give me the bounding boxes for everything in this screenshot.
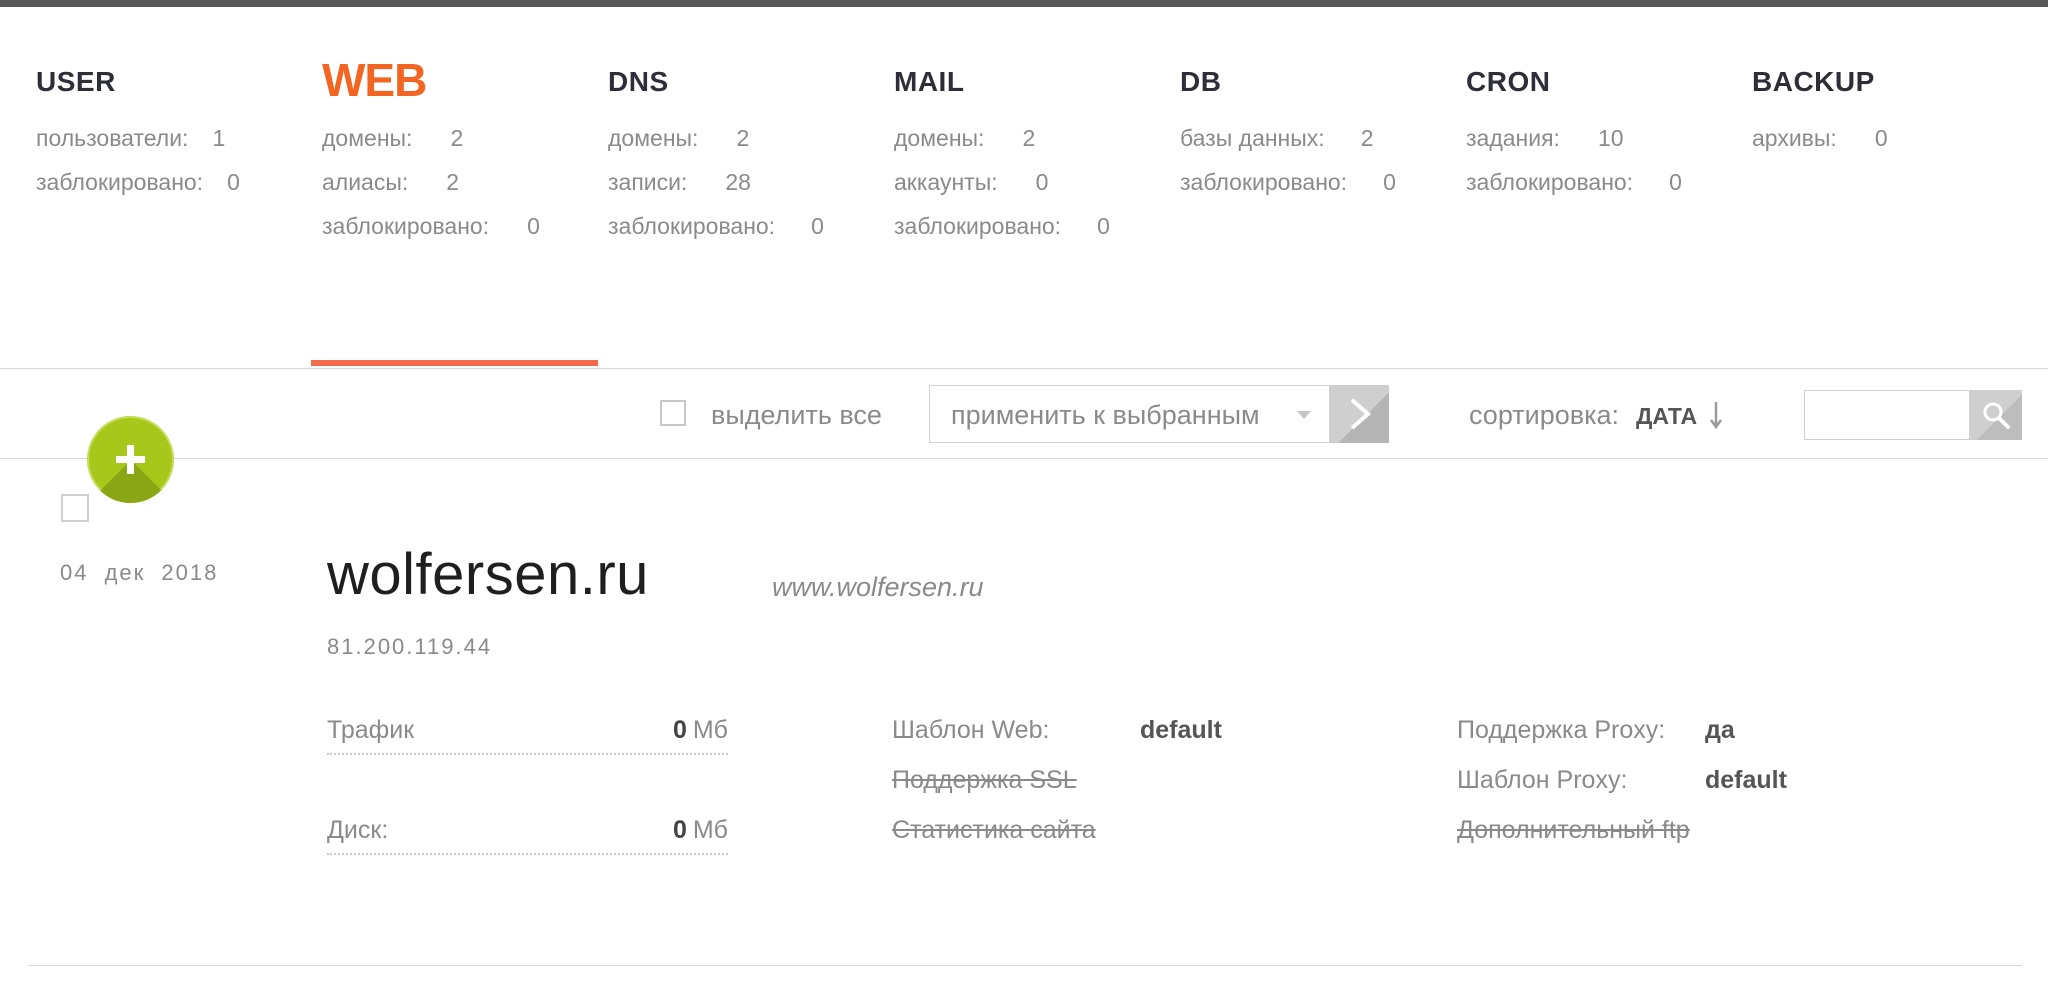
traffic-unit: Мб bbox=[692, 716, 728, 744]
row-checkbox[interactable] bbox=[61, 494, 89, 522]
tab-title[interactable]: DNS bbox=[608, 60, 878, 104]
stat-databases: базы данных: 2 bbox=[1180, 125, 1374, 151]
tab-title[interactable]: WEB bbox=[322, 56, 592, 104]
search-icon bbox=[1983, 402, 2010, 429]
ssl-support-label: Поддержка SSL bbox=[892, 766, 1077, 794]
stat-domains: домены: 2 bbox=[894, 125, 1036, 151]
stat-archives: архивы: 0 bbox=[1752, 125, 1888, 151]
arrow-down-icon[interactable] bbox=[1708, 398, 1724, 432]
stat-aliases: алиасы: 2 bbox=[322, 169, 460, 195]
tab-cron[interactable]: CRON задания: 10 заблокировано: 0 bbox=[1466, 60, 1736, 204]
stat-blocked: заблокировано: 0 bbox=[1180, 169, 1396, 195]
proxy-template-label: Шаблон Proxy: bbox=[1457, 766, 1628, 794]
stat-blocked: заблокировано: 0 bbox=[36, 169, 240, 195]
stat-blocked: заблокировано: 0 bbox=[894, 213, 1110, 239]
search-input[interactable] bbox=[1804, 390, 1970, 440]
chevron-right-icon bbox=[1350, 398, 1372, 430]
tab-mail[interactable]: MAIL домены: 2 аккаунты: 0 заблокировано: 0 bbox=[894, 60, 1164, 248]
traffic-usage: Трафик 0 Мб bbox=[327, 713, 728, 755]
disk-usage: Диск: 0 Мб bbox=[327, 813, 728, 855]
stat-users: пользователи: 1 bbox=[36, 125, 226, 151]
site-stats-label: Статистика сайта bbox=[892, 816, 1096, 844]
select-all-label[interactable]: выделить все bbox=[711, 398, 882, 432]
tab-web[interactable]: WEB домены: 2 алиасы: 2 заблокировано: 0 bbox=[322, 56, 592, 248]
disk-unit: Мб bbox=[692, 816, 728, 844]
apply-button[interactable] bbox=[1330, 385, 1389, 443]
tab-title[interactable]: USER bbox=[36, 60, 306, 104]
toolbar-top-border bbox=[0, 368, 2048, 369]
tab-backup[interactable]: BACKUP архивы: 0 bbox=[1752, 60, 2022, 160]
web-template-value: default bbox=[1140, 716, 1222, 744]
traffic-label: Трафик bbox=[327, 716, 415, 744]
tab-dns[interactable]: DNS домены: 2 записи: 28 заблокировано: 0 bbox=[608, 60, 878, 248]
active-tab-indicator bbox=[311, 360, 598, 366]
disk-label: Диск: bbox=[327, 816, 389, 844]
plus-icon bbox=[116, 445, 145, 474]
sort-value[interactable]: ДАТА bbox=[1636, 400, 1697, 432]
bulk-action-select[interactable]: применить к выбранным bbox=[929, 385, 1330, 443]
stat-jobs: задания: 10 bbox=[1466, 125, 1624, 151]
domain-ip: 81.200.119.44 bbox=[327, 634, 493, 659]
caret-down-icon bbox=[1297, 411, 1311, 419]
extra-ftp-label: Дополнительный ftp bbox=[1457, 816, 1690, 844]
proxy-template-value: default bbox=[1705, 766, 1787, 794]
item-bottom-border bbox=[28, 965, 2022, 966]
search-button[interactable] bbox=[1970, 390, 2022, 440]
tab-title[interactable]: CRON bbox=[1466, 60, 1736, 104]
disk-value: 0 bbox=[672, 816, 687, 844]
item-date: 04 дек 2018 bbox=[60, 560, 219, 585]
domain-alias: www.wolfersen.ru bbox=[772, 572, 984, 602]
stat-domains: домены: 2 bbox=[322, 125, 464, 151]
sort-label: сортировка: bbox=[1469, 400, 1619, 430]
proxy-support-label: Поддержка Proxy: bbox=[1457, 716, 1666, 744]
toolbar-bottom-border bbox=[0, 458, 2048, 459]
stat-blocked: заблокировано: 0 bbox=[1466, 169, 1682, 195]
tab-title[interactable]: MAIL bbox=[894, 60, 1164, 104]
tab-title[interactable]: BACKUP bbox=[1752, 60, 2022, 104]
stat-domains: домены: 2 bbox=[608, 125, 750, 151]
domain-name[interactable]: wolfersen.ru bbox=[327, 540, 649, 610]
select-all-checkbox[interactable] bbox=[660, 400, 686, 426]
stat-blocked: заблокировано: 0 bbox=[322, 213, 540, 239]
proxy-support-value: да bbox=[1705, 716, 1735, 744]
web-template-label: Шаблон Web: bbox=[892, 716, 1050, 744]
tab-title[interactable]: DB bbox=[1180, 60, 1450, 104]
tab-db[interactable]: DB базы данных: 2 заблокировано: 0 bbox=[1180, 60, 1450, 204]
stat-accounts: аккаунты: 0 bbox=[894, 169, 1049, 195]
top-bar bbox=[0, 0, 2048, 7]
tab-user[interactable]: USER пользователи: 1 заблокировано: 0 bbox=[36, 60, 306, 204]
stat-records: записи: 28 bbox=[608, 169, 751, 195]
bulk-action-value: применить к выбранным bbox=[951, 400, 1260, 430]
stat-blocked: заблокировано: 0 bbox=[608, 213, 824, 239]
add-domain-button[interactable] bbox=[87, 416, 174, 503]
traffic-value: 0 bbox=[672, 716, 687, 744]
